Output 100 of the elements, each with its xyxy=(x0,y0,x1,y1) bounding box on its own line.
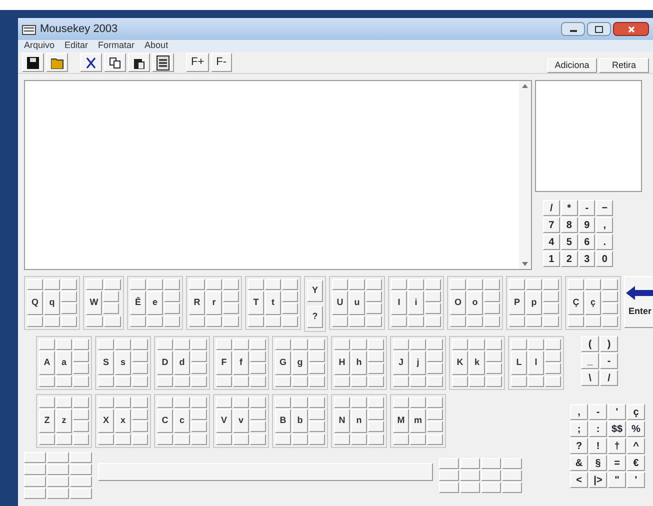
key-button[interactable] xyxy=(460,470,480,481)
toolbar-button[interactable] xyxy=(22,53,44,72)
key-button[interactable]: V xyxy=(216,409,232,433)
key-button[interactable]: ) xyxy=(600,336,618,352)
key-button[interactable] xyxy=(233,376,249,387)
key-button[interactable] xyxy=(486,376,502,387)
close-button[interactable] xyxy=(613,22,649,36)
key-button[interactable] xyxy=(481,482,501,493)
key-button[interactable]: b xyxy=(292,409,308,433)
key-button[interactable]: U xyxy=(332,291,348,315)
key-button[interactable] xyxy=(351,376,367,387)
key-button[interactable] xyxy=(545,351,561,362)
key-button[interactable] xyxy=(602,303,618,314)
key-button[interactable]: F xyxy=(216,351,232,375)
key-button[interactable]: 2 xyxy=(560,251,578,267)
key-button[interactable] xyxy=(460,482,480,493)
key-button[interactable] xyxy=(47,452,69,463)
key-button[interactable] xyxy=(223,279,239,290)
key-button[interactable] xyxy=(73,434,89,445)
key-button[interactable]: q xyxy=(44,291,60,315)
key-button[interactable]: r xyxy=(206,291,222,315)
key-button[interactable]: l xyxy=(528,351,544,375)
key-button[interactable] xyxy=(511,376,527,387)
key-button[interactable]: , xyxy=(570,404,588,420)
key-button[interactable] xyxy=(427,409,443,420)
key-button[interactable] xyxy=(115,397,131,408)
key-button[interactable] xyxy=(543,316,559,327)
key-button[interactable]: Ç xyxy=(568,291,584,315)
key-button[interactable] xyxy=(410,339,426,350)
key-button[interactable] xyxy=(191,376,207,387)
key-button[interactable] xyxy=(73,351,89,362)
key-button[interactable] xyxy=(191,421,207,432)
key-button[interactable] xyxy=(132,363,148,374)
key-button[interactable] xyxy=(568,316,584,327)
key-button[interactable]: I xyxy=(391,291,407,315)
key-button[interactable]: $$ xyxy=(608,421,626,437)
key-button[interactable] xyxy=(147,316,163,327)
key-button[interactable]: W xyxy=(86,291,102,315)
enter-button[interactable]: Enter xyxy=(624,276,653,328)
key-button[interactable] xyxy=(282,279,298,290)
key-button[interactable]: % xyxy=(627,421,645,437)
key-button[interactable]: − xyxy=(596,200,613,216)
menu-item[interactable]: About xyxy=(144,39,168,53)
key-button[interactable] xyxy=(528,339,544,350)
menu-item[interactable]: Formatar xyxy=(98,39,135,53)
key-button[interactable] xyxy=(164,291,180,302)
key-button[interactable] xyxy=(132,376,148,387)
key-button[interactable] xyxy=(189,279,205,290)
key-button[interactable] xyxy=(275,434,291,445)
toolbar-button[interactable] xyxy=(128,53,150,72)
key-button[interactable]: c xyxy=(174,409,190,433)
key-button[interactable] xyxy=(191,434,207,445)
key-button[interactable]: P xyxy=(509,291,525,315)
key-button[interactable] xyxy=(309,397,325,408)
key-button[interactable] xyxy=(250,363,266,374)
key-button[interactable] xyxy=(132,339,148,350)
key-button[interactable] xyxy=(427,339,443,350)
key-button[interactable] xyxy=(191,397,207,408)
key-button[interactable] xyxy=(61,316,77,327)
key-button[interactable] xyxy=(39,434,55,445)
key-button[interactable]: s xyxy=(115,351,131,375)
key-button[interactable] xyxy=(250,421,266,432)
key-button[interactable] xyxy=(191,339,207,350)
key-button[interactable] xyxy=(104,279,121,290)
key-button[interactable] xyxy=(248,279,264,290)
key-button[interactable]: f xyxy=(233,351,249,375)
key-button[interactable]: X xyxy=(98,409,114,433)
key-button[interactable] xyxy=(130,279,146,290)
toolbar-button[interactable]: F- xyxy=(211,53,232,72)
key-button[interactable] xyxy=(309,409,325,420)
key-button[interactable] xyxy=(275,339,291,350)
key-button[interactable] xyxy=(56,434,72,445)
key-button[interactable]: ; xyxy=(570,421,588,437)
key-button[interactable] xyxy=(393,376,409,387)
key-button[interactable] xyxy=(460,458,480,469)
key-button[interactable]: 8 xyxy=(560,217,578,233)
key-button[interactable] xyxy=(73,421,89,432)
key-button[interactable] xyxy=(73,409,89,420)
key-button[interactable]: 4 xyxy=(543,234,560,250)
key-button[interactable] xyxy=(250,409,266,420)
key-button[interactable] xyxy=(366,279,382,290)
key-button[interactable]: |> xyxy=(589,472,607,488)
key-button[interactable] xyxy=(427,363,443,374)
key-button[interactable] xyxy=(275,397,291,408)
key-button[interactable]: Y xyxy=(307,280,323,302)
key-button[interactable] xyxy=(174,339,190,350)
key-button[interactable] xyxy=(368,434,384,445)
key-button[interactable] xyxy=(73,397,89,408)
key-button[interactable] xyxy=(486,351,502,362)
key-button[interactable] xyxy=(61,291,77,302)
key-button[interactable] xyxy=(334,376,350,387)
key-button[interactable] xyxy=(164,303,180,314)
key-button[interactable] xyxy=(73,363,89,374)
minimize-button[interactable] xyxy=(561,22,585,36)
key-button[interactable] xyxy=(191,351,207,362)
key-button[interactable] xyxy=(61,303,77,314)
key-button[interactable] xyxy=(368,351,384,362)
key-button[interactable] xyxy=(157,339,173,350)
key-button[interactable] xyxy=(206,316,222,327)
key-button[interactable] xyxy=(366,303,382,314)
